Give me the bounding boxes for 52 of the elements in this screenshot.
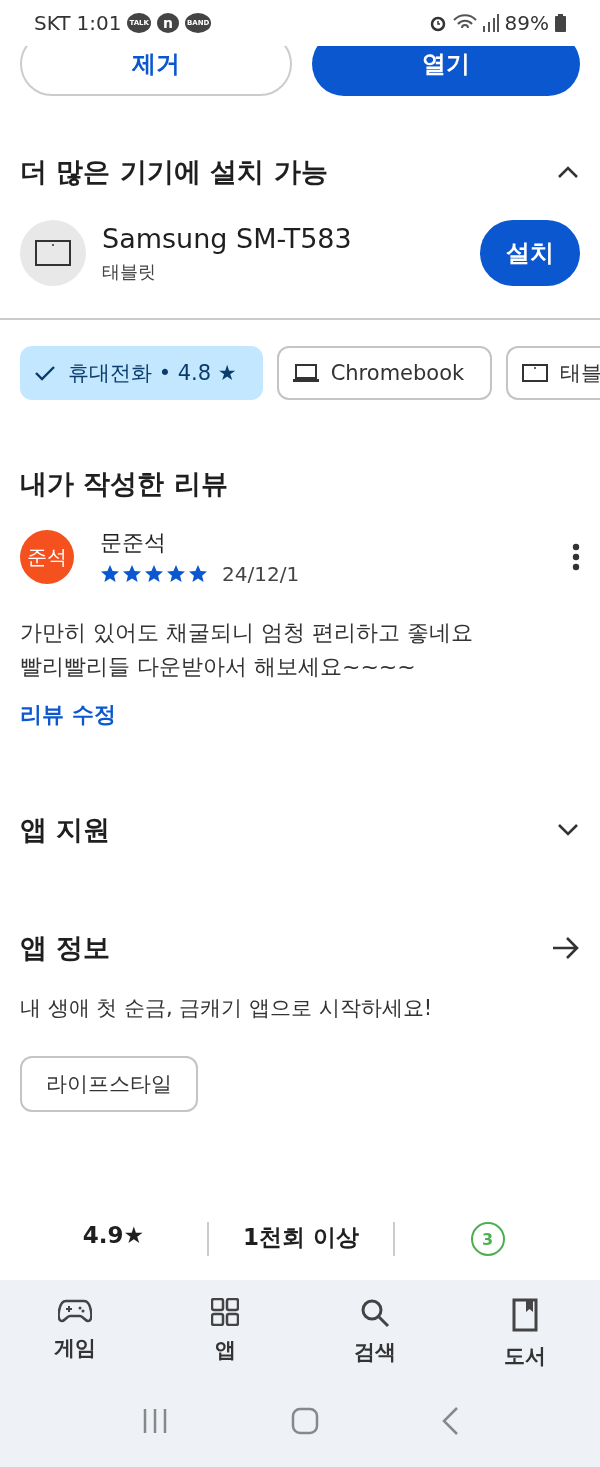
section-title: 내가 작성한 리뷰 <box>20 467 228 501</box>
back-icon[interactable] <box>441 1405 459 1436</box>
star-icon <box>122 564 142 584</box>
recent-apps-icon[interactable] <box>141 1406 169 1435</box>
alarm-icon <box>428 14 447 32</box>
nav-tab[interactable]: 게임 <box>20 1294 130 1374</box>
signal-icon <box>482 14 499 32</box>
device-chip[interactable]: 휴대전화 • 4.8 ★ <box>20 346 263 400</box>
apps-grid-icon <box>211 1298 239 1326</box>
remove-button[interactable]: 제거 <box>20 46 292 96</box>
battery-percent: 89% <box>504 11 549 35</box>
review-date: 24/12/1 <box>222 562 300 586</box>
section-title: 앱 정보 <box>20 931 111 965</box>
carrier-name: SKT <box>34 11 71 35</box>
arrow-right-icon[interactable] <box>552 936 580 960</box>
install-button[interactable]: 설치 <box>480 220 580 286</box>
age-rating-icon: 3 <box>470 1222 505 1256</box>
rating-value: 4.9★ <box>82 1222 144 1248</box>
collapse-icon[interactable] <box>556 164 580 180</box>
star-icon <box>100 564 120 584</box>
section-title: 앱 지원 <box>20 813 111 847</box>
device-chip[interactable]: Chromebook <box>276 346 493 400</box>
user-avatar: 준석 <box>20 530 74 584</box>
expand-icon[interactable] <box>556 822 580 838</box>
nav-tab[interactable]: 앱 <box>170 1294 280 1374</box>
star-icon <box>144 564 164 584</box>
nav-tab[interactable]: 검색 <box>320 1294 430 1374</box>
reviewer-name: 문준석 <box>100 529 167 557</box>
star-icon <box>188 564 208 584</box>
check-icon <box>34 364 56 382</box>
clock-time: 1:01 <box>76 11 122 35</box>
star-icon <box>166 564 186 584</box>
device-type: 태블릿 <box>102 259 157 284</box>
laptop-icon <box>292 363 319 383</box>
notification-icon: n <box>156 13 179 33</box>
more-options-icon[interactable] <box>572 543 580 571</box>
section-title: 더 많은 기기에 설치 가능 <box>20 155 328 189</box>
home-icon[interactable] <box>291 1406 319 1435</box>
app-description: 내 생애 첫 순금, 금캐기 앱으로 시작하세요! <box>20 995 434 1022</box>
open-button[interactable]: 열기 <box>312 46 580 96</box>
search-icon <box>360 1298 390 1328</box>
battery-icon <box>555 14 566 32</box>
device-chip[interactable]: 태블 <box>506 346 600 400</box>
edit-review-link[interactable]: 리뷰 수정 <box>20 700 116 730</box>
tablet-icon <box>522 363 549 383</box>
category-tag[interactable]: 라이프스타일 <box>20 1056 198 1112</box>
gamepad-icon <box>58 1298 92 1324</box>
download-count: 1천회 이상 <box>243 1223 359 1252</box>
book-icon <box>512 1298 538 1332</box>
nav-tab[interactable]: 도서 <box>470 1294 580 1374</box>
device-name: Samsung SM-T583 <box>102 222 353 254</box>
review-text: 가만히 있어도 채굴되니 엄청 편리하고 좋네요 빨리빨리들 다운받아서 해보세요~~~~ <box>20 619 474 681</box>
